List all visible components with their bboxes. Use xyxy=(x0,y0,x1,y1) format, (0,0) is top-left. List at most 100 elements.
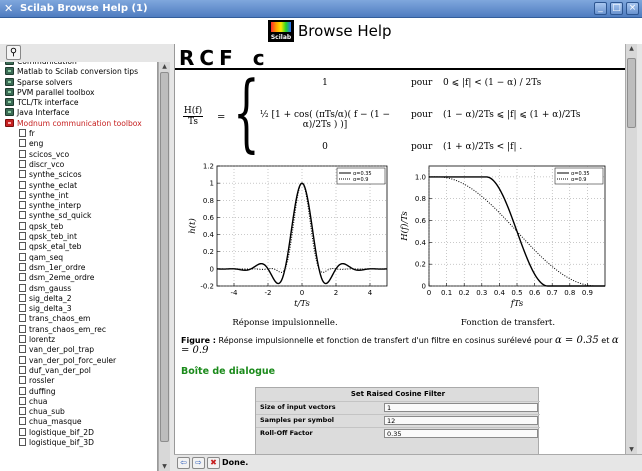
tree-book-item[interactable]: Matlab to Scilab conversion tips xyxy=(0,67,157,77)
tree-page-item[interactable]: logistique_bif_3D xyxy=(0,437,157,448)
tree-page-item[interactable]: sig_delta_2 xyxy=(0,293,157,304)
forward-button[interactable]: ⇨ xyxy=(192,457,205,469)
tree-book-item[interactable]: Java Interface xyxy=(0,108,157,118)
dialog-field-input: 1 xyxy=(384,403,538,412)
scroll-up-arrow-icon[interactable]: ▲ xyxy=(627,44,636,53)
tree-page-item[interactable]: duffing xyxy=(0,386,157,397)
tree-page-item[interactable]: dsm_2eme_ordre xyxy=(0,273,157,283)
close-button[interactable]: × xyxy=(626,2,639,15)
dialog-row: Samples per symbol 12 xyxy=(256,414,540,426)
tree-book-item[interactable]: Sparse solvers xyxy=(0,77,157,88)
formula: H(f) Ts = { 1 pour 0 ⩽ |f| < (1 − α) / 2… xyxy=(175,70,625,168)
back-button[interactable]: ⇦ xyxy=(177,457,190,469)
tree-page-item[interactable]: synthe_sd_quick xyxy=(0,211,157,221)
x-tick-label: 0.6 xyxy=(529,289,541,297)
page-icon xyxy=(19,170,26,179)
y-tick-label: 0.2 xyxy=(415,261,426,269)
tree-page-item[interactable]: van_der_pol_forc_euler xyxy=(0,355,157,366)
header-title: Browse Help xyxy=(298,22,392,40)
page-icon xyxy=(19,386,26,395)
back-arrow-icon: ⇦ xyxy=(180,458,187,467)
tree-page-item[interactable]: chua xyxy=(0,396,157,407)
dialog-field-input: 12 xyxy=(384,416,538,425)
tree-page-item[interactable]: qpsk_teb xyxy=(0,221,157,232)
figure-caption-label: Figure : xyxy=(181,336,216,345)
tree-item-label: van_der_pol_forc_euler xyxy=(29,355,117,365)
tree-page-item[interactable]: eng xyxy=(0,139,157,149)
app-menu-icon[interactable]: ✕ xyxy=(4,3,16,15)
tree-page-item[interactable]: dsm_gauss xyxy=(0,283,157,294)
tree-page-item[interactable]: synthe_int xyxy=(0,190,157,201)
tree-scrollbar[interactable]: ▲ ▼ xyxy=(158,62,170,471)
tree-page-item[interactable]: duf_van_der_pol xyxy=(0,365,157,376)
tree-item-label: logistique_bif_3D xyxy=(29,437,94,447)
tree-item-label: TCL/Tk interface xyxy=(17,98,79,108)
section-title: Boîte de dialogue xyxy=(181,366,276,377)
y-axis-label: h(t) xyxy=(187,218,198,234)
scroll-up-arrow-icon[interactable]: ▲ xyxy=(160,62,169,71)
tree-item-label: trans_chaos_em xyxy=(29,314,91,324)
page-icon xyxy=(19,437,26,446)
formula-case-pour: pour xyxy=(411,110,433,120)
tree-page-item[interactable]: qpsk_etal_teb xyxy=(0,242,157,252)
tree-item-label: Modnum communication toolbox xyxy=(17,118,142,128)
tree-page-item[interactable]: discr_vco xyxy=(0,159,157,170)
x-tick-label: 0.1 xyxy=(441,289,452,297)
tree-item-label: synthe_sd_quick xyxy=(29,211,92,221)
tree-page-item[interactable]: trans_chaos_em_rec xyxy=(0,324,157,335)
search-button[interactable]: ⚲ xyxy=(6,45,21,60)
stop-button[interactable]: ✖ xyxy=(207,457,220,469)
book-icon xyxy=(5,108,14,117)
help-header: Scilab Browse Help xyxy=(0,18,642,44)
page-icon xyxy=(19,232,26,241)
tree-page-item[interactable]: synthe_scicos xyxy=(0,170,157,180)
tree-item-label: qpsk_etal_teb xyxy=(29,242,82,252)
tree-page-item[interactable]: chua_masque xyxy=(0,417,157,427)
help-tree[interactable]: CommunicationMatlab to Scilab conversion… xyxy=(0,62,158,471)
tree-page-item[interactable]: trans_chaos_em xyxy=(0,314,157,324)
tree-page-item[interactable]: synthe_eclat xyxy=(0,180,157,191)
figure-charts: -4 -2 0 2 4 -0.2 0 0.2 0.4 0.6 0.8 1 1.2 α=0.35 α=0.9 t… xyxy=(175,158,625,330)
scroll-down-arrow-icon[interactable]: ▼ xyxy=(627,445,636,454)
page-icon xyxy=(19,211,26,220)
formula-case-2: ½ [1 + cos( (πTs/α)( f − (1 − α)/2Ts ) )… xyxy=(175,110,625,138)
tree-page-item[interactable]: dsm_1er_ordre xyxy=(0,262,157,273)
tree-page-item[interactable]: lorentz xyxy=(0,335,157,345)
tree-page-item[interactable]: van_der_pol_trap xyxy=(0,345,157,355)
tree-page-item[interactable]: chua_sub xyxy=(0,407,157,417)
figure-caption-text: Réponse impulsionnelle et fonction de tr… xyxy=(218,336,553,345)
formula-case-cond: (1 + α)/2Ts < |f| . xyxy=(443,142,523,152)
tree-book-item[interactable]: PVM parallel toolbox xyxy=(0,87,157,98)
legend-label: α=0.9 xyxy=(353,177,368,183)
page-icon xyxy=(19,190,26,199)
tree-book-item[interactable]: Modnum communication toolbox xyxy=(0,118,157,129)
page-icon xyxy=(19,417,26,426)
tree-page-item[interactable]: fr xyxy=(0,129,157,139)
tree-page-item[interactable]: qam_seq xyxy=(0,252,157,263)
content-scrollbar[interactable]: ▲ ▼ xyxy=(625,44,637,454)
page-icon xyxy=(19,427,26,436)
x-tick-label: 0.5 xyxy=(511,289,522,297)
tree-page-item[interactable]: logistique_bif_2D xyxy=(0,427,157,438)
tree-page-item[interactable]: sig_delta_3 xyxy=(0,304,157,314)
tree-page-item[interactable]: synthe_interp xyxy=(0,201,157,211)
tree-page-item[interactable]: rossler xyxy=(0,376,157,386)
y-tick-label: 0.4 xyxy=(415,239,427,247)
formula-case-1: 1 pour 0 ⩽ |f| < (1 − α) / 2Ts xyxy=(175,78,625,106)
tree-scroll-thumb[interactable] xyxy=(160,72,169,442)
x-tick-label: 0.8 xyxy=(564,289,575,297)
page-icon xyxy=(19,345,26,354)
content-scroll-thumb[interactable] xyxy=(627,58,636,128)
scroll-down-arrow-icon[interactable]: ▼ xyxy=(160,462,169,471)
tree-item-label: qpsk_teb xyxy=(29,221,64,231)
tree-page-item[interactable]: qpsk_teb_int xyxy=(0,232,157,242)
tree-page-item[interactable]: scicos_vco xyxy=(0,149,157,160)
tree-item-label: rossler xyxy=(29,376,55,386)
tree-book-item[interactable]: TCL/Tk interface xyxy=(0,98,157,108)
minimize-button[interactable]: _ xyxy=(594,2,607,15)
maximize-button[interactable]: □ xyxy=(610,2,623,15)
dialog-row: Size of input vectors 1 xyxy=(256,401,540,413)
open-book-icon xyxy=(5,118,14,127)
page-icon xyxy=(19,365,26,374)
page-icon xyxy=(19,159,26,168)
